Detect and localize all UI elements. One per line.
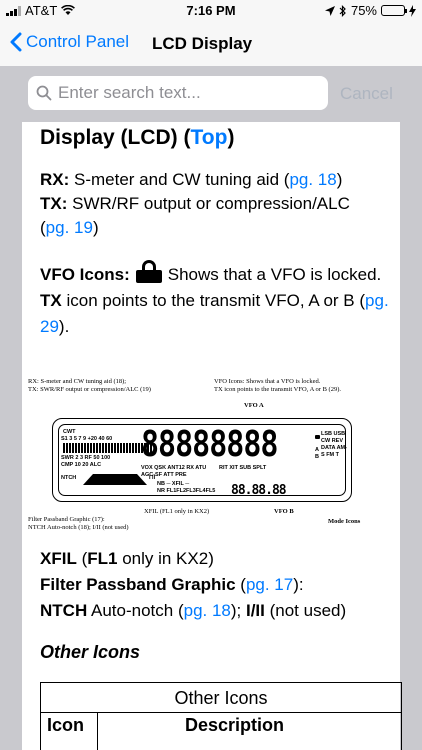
s-meter-segment bbox=[111, 443, 113, 453]
s-meter-segment bbox=[129, 443, 131, 453]
left-margin bbox=[0, 122, 22, 750]
ntch-line: NTCH Auto-notch (pg. 18); I/II (not used… bbox=[40, 601, 347, 620]
s-meter-segment bbox=[99, 443, 101, 453]
s-meter-segment bbox=[108, 443, 110, 453]
chevron-left-icon bbox=[10, 32, 22, 52]
battery-percent: 75% bbox=[350, 3, 377, 18]
lcd-cmp-scale: CMP 10 20 ALC bbox=[61, 462, 102, 468]
search-field[interactable] bbox=[28, 76, 328, 110]
filter-paragraph: XFIL (FL1 only in KX2) Filter Passband G… bbox=[40, 546, 400, 624]
lcd-row2-icons: AGC-SF ATT PRE bbox=[141, 472, 187, 478]
tx-line-2: (pg. 19) bbox=[40, 218, 99, 237]
lcd-s-scale: S1 3 5 7 9 +20 40 60 bbox=[61, 436, 113, 442]
lcd-lock-icon bbox=[315, 435, 320, 439]
s-meter-segment bbox=[135, 443, 137, 453]
figure-vfo-b: VFO B bbox=[274, 508, 294, 515]
lcd-mode-list: LSB USB CW REV DATA AM-S FM T bbox=[321, 431, 347, 458]
right-margin bbox=[400, 122, 422, 750]
table-column-divider bbox=[97, 713, 98, 750]
battery-icon bbox=[381, 5, 407, 16]
s-meter-segment bbox=[69, 443, 71, 453]
lcd-ntch-label: NTCH bbox=[61, 475, 77, 481]
lcd-mode-letters: A B bbox=[315, 447, 319, 460]
other-icons-table: Other Icons Icon Description bbox=[40, 682, 402, 750]
location-arrow-icon bbox=[324, 5, 335, 16]
figure-xfil-note: XFIL (FL1 only in KX2) bbox=[144, 508, 210, 515]
page-title: LCD Display bbox=[152, 34, 253, 53]
s-meter-segment bbox=[84, 443, 86, 453]
status-bar: AT&T 7:16 PM 75% bbox=[0, 0, 422, 22]
s-meter-segment bbox=[105, 443, 107, 453]
search-input[interactable] bbox=[58, 83, 308, 103]
s-meter-segment bbox=[78, 443, 80, 453]
s-meter-segment bbox=[96, 443, 98, 453]
search-bar: Cancel bbox=[0, 66, 422, 122]
lcd-row1-boxes: RIT XIT SUB SPLT bbox=[219, 465, 267, 471]
s-meter-segment bbox=[90, 443, 92, 453]
fpg-line: Filter Passband Graphic (pg. 17): bbox=[40, 575, 304, 594]
navigation-bar: Control Panel LCD Display bbox=[0, 22, 422, 66]
s-meter-segment bbox=[63, 443, 65, 453]
content-area[interactable]: Display (LCD) (Top) RX: S-meter and CW t… bbox=[0, 122, 422, 750]
s-meter-segment bbox=[120, 443, 122, 453]
back-button-label: Control Panel bbox=[26, 32, 130, 51]
s-meter-segment bbox=[87, 443, 89, 453]
tx-line: TX: SWR/RF output or compression/ALC bbox=[40, 194, 350, 213]
figure-vfo-note: VFO Icons: Shows that a VFO is locked. T… bbox=[214, 378, 341, 393]
lcd-diagram: RX: S-meter and CW tuning aid (18); TX: … bbox=[28, 378, 374, 531]
s-meter-segment bbox=[72, 443, 74, 453]
figure-rx-note: RX: S-meter and CW tuning aid (18); TX: … bbox=[28, 378, 151, 393]
lcd-panel: CWT S1 3 5 7 9 +20 40 60 SWR 2 3 RF 50 1… bbox=[52, 418, 352, 502]
s-meter-segment bbox=[126, 443, 128, 453]
rx-line: RX: S-meter and CW tuning aid (pg. 18) bbox=[40, 170, 343, 189]
section-heading: Display (LCD) (Top) bbox=[40, 126, 235, 149]
bluetooth-icon bbox=[339, 4, 346, 17]
s-meter-segment bbox=[75, 443, 77, 453]
vfo-b-digits: 88.88.88 bbox=[231, 483, 287, 498]
s-meter-segment bbox=[66, 443, 68, 453]
status-right: 75% bbox=[324, 3, 416, 18]
back-button[interactable]: Control Panel bbox=[10, 32, 129, 52]
table-header-description: Description bbox=[185, 715, 285, 735]
s-meter-segment bbox=[93, 443, 95, 453]
figure-ntch-note: Filter Passband Graphic (17): NTCH Auto-… bbox=[28, 516, 129, 531]
s-meter-bars bbox=[63, 443, 152, 453]
lcd-row1-icons: VOX QSK ANT12 RX ATU bbox=[141, 465, 207, 471]
s-meter-segment bbox=[138, 443, 140, 453]
xfil-line: XFIL (FL1 only in KX2) bbox=[40, 549, 214, 568]
lcd-nb-label: NB ─ XFIL ─ bbox=[157, 481, 190, 487]
figure-mode-icons: Mode Icons bbox=[328, 518, 361, 525]
figure-vfo-a: VFO A bbox=[244, 402, 264, 409]
lcd-nr-label: NR FL1FL2FL3FL4FL5 bbox=[157, 488, 216, 494]
vfo-a-digits: 88888888 bbox=[141, 423, 278, 466]
rx-tx-paragraph: RX: S-meter and CW tuning aid (pg. 18) T… bbox=[40, 168, 400, 240]
vfo-line: VFO Icons: Shows that a VFO is locked. bbox=[40, 260, 400, 288]
s-meter-segment bbox=[117, 443, 119, 453]
s-meter-segment bbox=[132, 443, 134, 453]
table-header-icon: Icon bbox=[47, 715, 85, 735]
rx-page-link[interactable]: pg. 18 bbox=[289, 170, 336, 189]
table-caption: Other Icons bbox=[41, 683, 401, 713]
lcd-swr-scale: SWR 2 3 RF 50 100 bbox=[61, 455, 111, 461]
other-icons-heading: Other Icons bbox=[40, 642, 141, 662]
fpg-page-link[interactable]: pg. 17 bbox=[246, 575, 293, 594]
s-meter-segment bbox=[123, 443, 125, 453]
vfo-paragraph: VFO Icons: Shows that a VFO is locked. TX… bbox=[40, 260, 400, 340]
tx-page-link[interactable]: pg. 19 bbox=[46, 218, 93, 237]
s-meter-segment bbox=[114, 443, 116, 453]
search-icon bbox=[36, 85, 52, 101]
top-link[interactable]: Top bbox=[191, 126, 228, 149]
cancel-button[interactable]: Cancel bbox=[340, 84, 393, 104]
tx-icon-line: TX icon points to the transmit VFO, A or… bbox=[40, 291, 389, 336]
lock-icon bbox=[135, 260, 162, 283]
s-meter-segment bbox=[81, 443, 83, 453]
ntch-page-link[interactable]: pg. 18 bbox=[184, 601, 231, 620]
lcd-cwt-label: CWT bbox=[63, 429, 76, 435]
s-meter-segment bbox=[102, 443, 104, 453]
charging-bolt-icon bbox=[409, 4, 416, 17]
filter-passband-graphic bbox=[83, 474, 147, 485]
